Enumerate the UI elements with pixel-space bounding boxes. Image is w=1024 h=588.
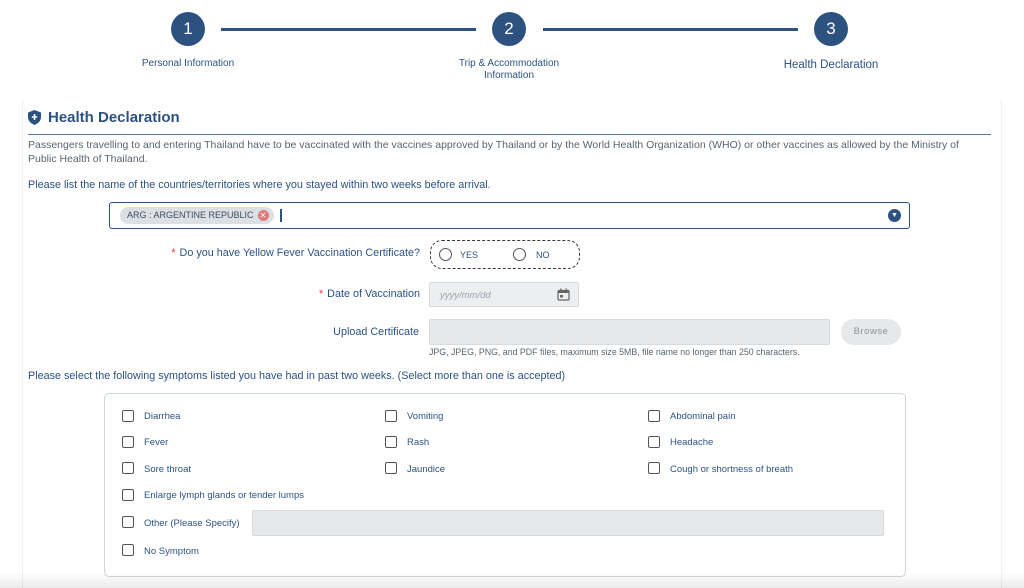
step-1-circle[interactable]: 1 [171, 12, 205, 46]
text-caret [280, 209, 282, 222]
checkbox-cough[interactable] [648, 462, 660, 474]
radio-no[interactable] [513, 248, 526, 261]
checkbox-headache[interactable] [648, 436, 660, 448]
intro-text: Passengers travelling to and entering Th… [28, 139, 959, 165]
step-connector-2-3 [543, 28, 798, 31]
yellow-fever-label: * Do you have Yellow Fever Vaccination Ce… [120, 247, 420, 259]
radio-no-label[interactable]: NO [536, 250, 550, 260]
symptom-label[interactable]: Vomiting [407, 411, 443, 422]
calendar-icon[interactable] [557, 288, 570, 301]
chip-remove-icon[interactable]: ✕ [257, 210, 269, 221]
symptom-label[interactable]: Jaundice [407, 464, 445, 475]
step-3-label: Health Declaration [783, 59, 879, 71]
step-2-label-line1: Trip & Accommodation [458, 58, 560, 69]
checkbox-other[interactable] [122, 516, 134, 528]
checkbox-abdominal-pain[interactable] [648, 410, 660, 422]
progress-stepper: 1 2 3 Personal Information Trip & Accomm… [0, 0, 1024, 92]
symptoms-panel [104, 393, 906, 577]
symptom-label[interactable]: Cough or shortness of breath [670, 464, 793, 475]
step-connector-1-2 [221, 28, 476, 31]
required-marker: * [171, 247, 176, 259]
country-chip: ARG : ARGENTINE REPUBLIC ✕ [120, 207, 274, 224]
date-placeholder: yyyy/mm/dd [440, 290, 491, 301]
browse-button[interactable]: Browse [841, 319, 901, 345]
shield-icon [28, 110, 41, 125]
yellow-fever-radio-group: YES NO [430, 240, 580, 269]
checkbox-no-symptom[interactable] [122, 544, 134, 556]
step-1-label: Personal Information [141, 58, 235, 69]
vaccination-date-text: Date of Vaccination [327, 288, 420, 300]
symptom-label[interactable]: Fever [144, 437, 168, 448]
step-2-label-line2: Information [483, 70, 535, 81]
checkbox-diarrhea[interactable] [122, 410, 134, 422]
country-chip-label: ARG : ARGENTINE REPUBLIC [127, 210, 254, 220]
vaccination-date-input[interactable]: yyyy/mm/dd [429, 282, 579, 307]
step-2-circle[interactable]: 2 [492, 12, 526, 46]
checkbox-rash[interactable] [385, 436, 397, 448]
checkbox-enlarge-lymph-glands[interactable] [122, 489, 134, 501]
required-marker: * [318, 288, 324, 300]
yellow-fever-question: Do you have Yellow Fever Vaccination Cer… [179, 247, 420, 259]
upload-file-field[interactable] [429, 319, 830, 345]
symptom-label[interactable]: Headache [670, 437, 713, 448]
checkbox-sore-throat[interactable] [122, 462, 134, 474]
step-3-circle[interactable]: 3 [814, 12, 848, 46]
chevron-down-icon[interactable]: ▼ [888, 209, 901, 222]
symptom-label[interactable]: Diarrhea [144, 411, 180, 422]
countries-question: Please list the name of the countries/te… [28, 179, 491, 191]
symptom-label[interactable]: Sore throat [144, 464, 191, 475]
radio-yes[interactable] [439, 248, 452, 261]
other-specify-input[interactable] [252, 510, 884, 536]
step-2-label: Trip & Accommodation Information [439, 58, 579, 82]
symptom-label[interactable]: Rash [407, 437, 429, 448]
symptom-label[interactable]: Enlarge lymph glands or tender lumps [144, 490, 304, 501]
countries-select[interactable]: ARG : ARGENTINE REPUBLIC ✕ ▼ [109, 202, 910, 229]
radio-yes-label[interactable]: YES [460, 250, 478, 260]
checkbox-jaundice[interactable] [385, 462, 397, 474]
checkbox-fever[interactable] [122, 436, 134, 448]
upload-label: Upload Certificate [333, 326, 419, 338]
section-divider [28, 134, 991, 135]
upload-hint: JPG, JPEG, PNG, and PDF files, maximum s… [429, 347, 800, 357]
vaccination-date-label: * Date of Vaccination [120, 288, 420, 300]
symptom-label[interactable]: No Symptom [144, 546, 199, 557]
bottom-shadow [0, 572, 1024, 588]
symptoms-question: Please select the following symptoms lis… [28, 370, 566, 382]
section-title: Health Declaration [48, 109, 180, 126]
symptom-label[interactable]: Other (Please Specify) [144, 518, 240, 529]
section-header: Health Declaration [28, 109, 180, 126]
symptom-label[interactable]: Abdominal pain [670, 411, 736, 422]
checkbox-vomiting[interactable] [385, 410, 397, 422]
